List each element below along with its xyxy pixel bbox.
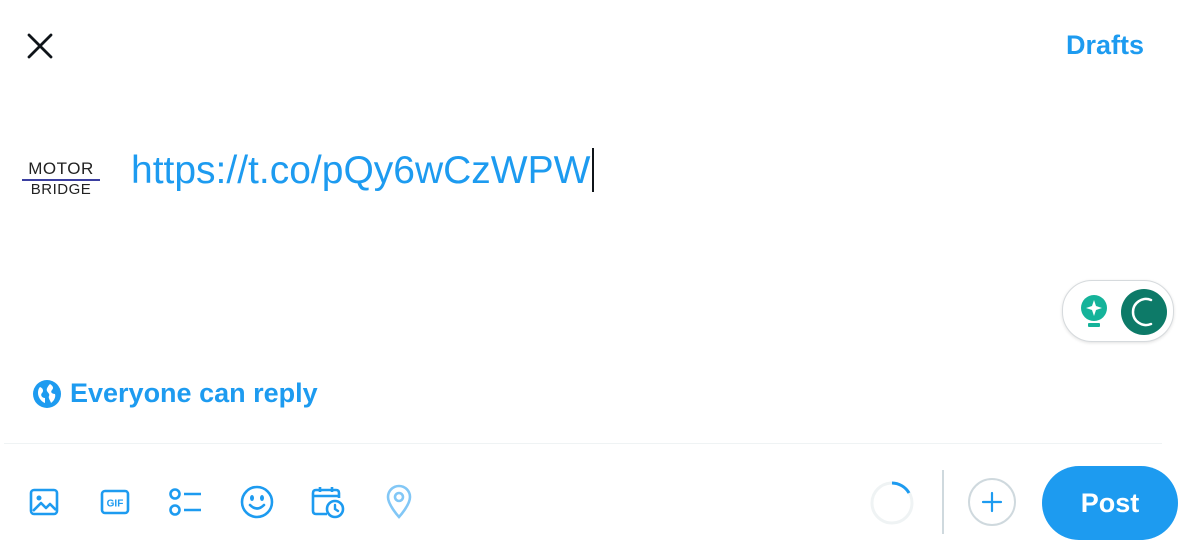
compose-text: https://t.co/pQy6wCzWPW [131, 149, 591, 192]
poll-icon [169, 488, 201, 516]
add-poll-button[interactable] [164, 480, 208, 524]
add-media-button[interactable] [22, 480, 66, 524]
close-button[interactable] [18, 24, 62, 68]
compose-toolbar: GIF [22, 480, 448, 524]
avatar-logo-bottom: BRIDGE [30, 181, 92, 198]
gif-icon-text: GIF [107, 499, 124, 510]
close-icon [27, 33, 53, 59]
compose-textarea[interactable]: https://t.co/pQy6wCzWPW [131, 148, 595, 193]
drafts-link[interactable]: Drafts [1066, 30, 1144, 61]
location-icon [386, 484, 412, 519]
avatar[interactable]: MOTOR BRIDGE [20, 138, 102, 220]
toolbar-divider [4, 443, 1162, 444]
grammarly-g-icon[interactable] [1121, 289, 1167, 335]
add-gif-button[interactable]: GIF [93, 480, 137, 524]
text-caret [592, 148, 595, 192]
grammar-assistant-widget [1062, 280, 1174, 342]
tag-location-button[interactable] [377, 480, 421, 524]
avatar-logo-top: MOTOR [28, 159, 94, 178]
plus-icon [981, 491, 1003, 513]
schedule-icon [311, 487, 345, 519]
image-icon [29, 488, 59, 516]
emoji-icon [240, 485, 274, 519]
reply-setting-button[interactable]: Everyone can reply [32, 378, 318, 409]
toolbar-separator [942, 470, 944, 534]
globe-icon [33, 379, 61, 408]
schedule-post-button[interactable] [306, 480, 350, 524]
character-count-ring [870, 481, 914, 525]
lightbulb-sparkle-icon[interactable] [1077, 294, 1111, 330]
add-emoji-button[interactable] [235, 480, 279, 524]
add-post-button[interactable] [968, 478, 1016, 526]
gif-icon: GIF [100, 489, 130, 515]
reply-setting-label: Everyone can reply [70, 378, 318, 408]
post-button[interactable]: Post [1042, 466, 1178, 540]
